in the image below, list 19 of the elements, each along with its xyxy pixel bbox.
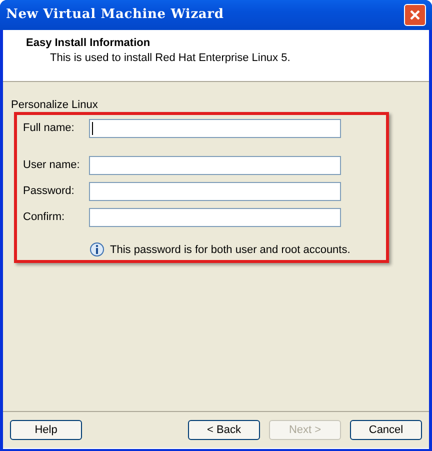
info-text: This password is for both user and root accounts. xyxy=(110,243,350,258)
close-button[interactable] xyxy=(404,4,426,26)
field-label: User name: xyxy=(23,158,81,173)
section-title: Personalize Linux xyxy=(11,99,99,112)
header-subtitle: This is used to install Red Hat Enterprise Linux 5. xyxy=(49,51,292,66)
dialog-button[interactable]: Help xyxy=(10,420,82,440)
window-title: New Virtual Machine Wizard xyxy=(6,6,225,24)
text-field[interactable] xyxy=(89,182,341,200)
text-field[interactable] xyxy=(89,118,341,138)
dialog-button[interactable]: Cancel xyxy=(350,420,422,440)
dialog-button[interactable]: < Back xyxy=(188,420,260,440)
text-field[interactable] xyxy=(89,156,341,174)
field-label: Full name: xyxy=(23,120,76,136)
info-icon xyxy=(89,242,105,258)
text-field[interactable] xyxy=(89,208,341,226)
close-icon xyxy=(409,9,421,21)
field-label: Confirm: xyxy=(23,210,66,225)
header-title: Easy Install Information xyxy=(26,36,152,51)
field-label: Password: xyxy=(23,184,76,199)
